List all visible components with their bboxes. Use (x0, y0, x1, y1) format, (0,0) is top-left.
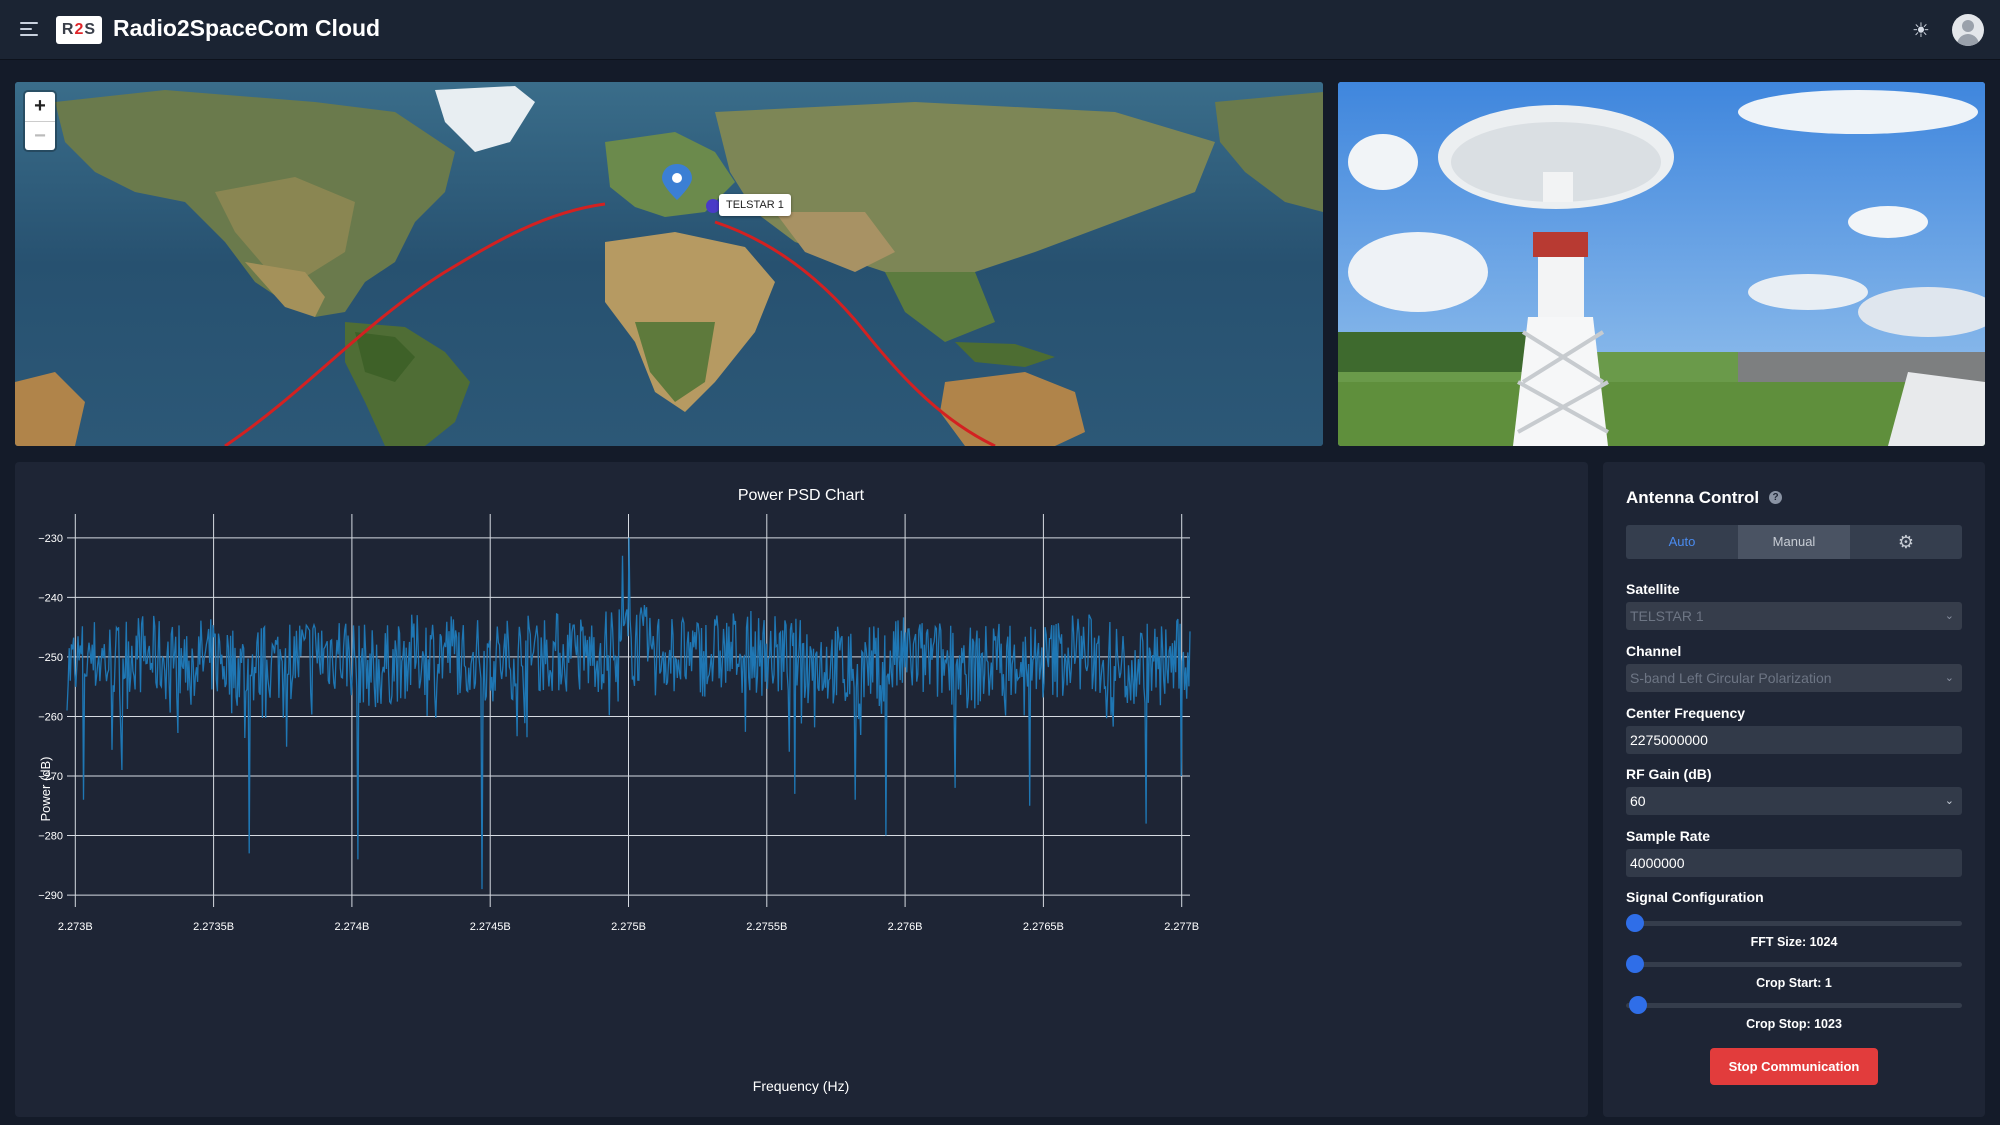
sample-rate-label: Sample Rate (1626, 828, 1711, 844)
user-avatar[interactable] (1952, 14, 1984, 46)
antenna-control-title: Antenna Control (1626, 488, 1760, 507)
y-tick-label: −260 (38, 711, 63, 723)
crop-start-slider-thumb[interactable] (1626, 955, 1644, 973)
antenna-photo (1338, 82, 1985, 446)
power-psd-chart: Power PSD Chart Frequency (Hz) Power (dB… (38, 487, 1199, 1094)
y-tick-label: −240 (38, 592, 63, 604)
channel-value: S-band Left Circular Polarization (1630, 670, 1832, 686)
rf-gain-label: RF Gain (dB) (1626, 766, 1712, 782)
world-map (15, 82, 1323, 446)
satellite-select[interactable]: TELSTAR 1 ⌄ (1626, 602, 1962, 630)
menu-icon[interactable] (20, 20, 40, 38)
gear-icon[interactable]: ⚙ (1850, 525, 1962, 559)
zoom-out-button[interactable]: − (25, 121, 55, 150)
rf-gain-value: 60 (1630, 793, 1646, 809)
top-bar: R2S Radio2SpaceCom Cloud ☀ (0, 0, 2000, 60)
satellite-ground-track-map[interactable]: + − TELSTAR 1 (15, 82, 1323, 446)
help-icon[interactable]: ? (1769, 491, 1782, 504)
x-tick-label: 2.274B (334, 921, 369, 933)
satellite-label: TELSTAR 1 (719, 194, 791, 216)
channel-label: Channel (1626, 643, 1682, 659)
y-tick-label: −250 (38, 652, 63, 664)
channel-select[interactable]: S-band Left Circular Polarization ⌄ (1626, 664, 1962, 692)
x-tick-label: 2.275B (611, 921, 646, 933)
map-zoom-control: + − (25, 92, 55, 150)
x-tick-label: 2.2765B (1023, 921, 1064, 933)
center-frequency-label: Center Frequency (1626, 705, 1746, 721)
x-tick-label: 2.276B (888, 921, 923, 933)
fft-size-slider-thumb[interactable] (1626, 914, 1644, 932)
satellite-label: Satellite (1626, 581, 1680, 597)
antenna-control-panel: Antenna Control ? Auto Manual ⚙ Satellit… (1603, 462, 1985, 1117)
x-tick-label: 2.2745B (470, 921, 511, 933)
y-axis-label: Power (dB) (38, 756, 53, 821)
x-tick-label: 2.2755B (746, 921, 787, 933)
fft-size-label: FFT Size: 1024 (1750, 935, 1838, 949)
y-tick-label: −230 (38, 533, 63, 545)
x-tick-label: 2.273B (58, 921, 93, 933)
chevron-down-icon: ⌄ (1944, 672, 1954, 684)
center-frequency-input[interactable]: 2275000000 (1626, 726, 1962, 754)
satellite-marker-icon (706, 199, 720, 213)
fft-size-slider[interactable] (1626, 914, 1962, 932)
zoom-in-button[interactable]: + (25, 92, 55, 121)
chart-ticks: 2.273B 2.2735B 2.274B 2.2745B 2.275B 2.2755B 2… (38, 533, 1199, 933)
chevron-down-icon: ⌄ (1944, 610, 1954, 622)
y-tick-label: −290 (38, 890, 63, 902)
satellite-value: TELSTAR 1 (1630, 608, 1704, 624)
chevron-down-icon: ⌄ (1944, 795, 1954, 807)
theme-toggle-sun-icon[interactable]: ☀ (1912, 18, 1930, 43)
tab-auto[interactable]: Auto (1626, 525, 1738, 559)
x-axis-label: Frequency (Hz) (753, 1078, 849, 1094)
crop-stop-slider-thumb[interactable] (1629, 996, 1648, 1014)
chart-title: Power PSD Chart (738, 487, 865, 504)
antenna-camera-view (1338, 82, 1985, 446)
sample-rate-input[interactable]: 4000000 (1626, 849, 1962, 877)
crop-stop-label: Crop Stop: 1023 (1746, 1017, 1842, 1031)
crop-stop-slider[interactable] (1626, 996, 1962, 1014)
y-tick-label: −270 (38, 771, 63, 783)
psd-chart-panel: Power PSD Chart Frequency (Hz) Power (dB… (15, 462, 1588, 1117)
app-title: Radio2SpaceCom Cloud (113, 15, 381, 41)
tab-manual[interactable]: Manual (1738, 525, 1850, 559)
x-tick-label: 2.277B (1164, 921, 1199, 933)
crop-start-label: Crop Start: 1 (1756, 976, 1832, 990)
y-tick-label: −280 (38, 831, 63, 843)
signal-config-label: Signal Configuration (1626, 889, 1764, 905)
stop-communication-button[interactable]: Stop Communication (1710, 1048, 1878, 1085)
x-tick-label: 2.2735B (193, 921, 234, 933)
rf-gain-select[interactable]: 60 ⌄ (1626, 787, 1962, 815)
crop-start-slider[interactable] (1626, 955, 1962, 973)
mode-tabs: Auto Manual ⚙ (1626, 525, 1962, 559)
r2s-logo: R2S (56, 16, 102, 44)
